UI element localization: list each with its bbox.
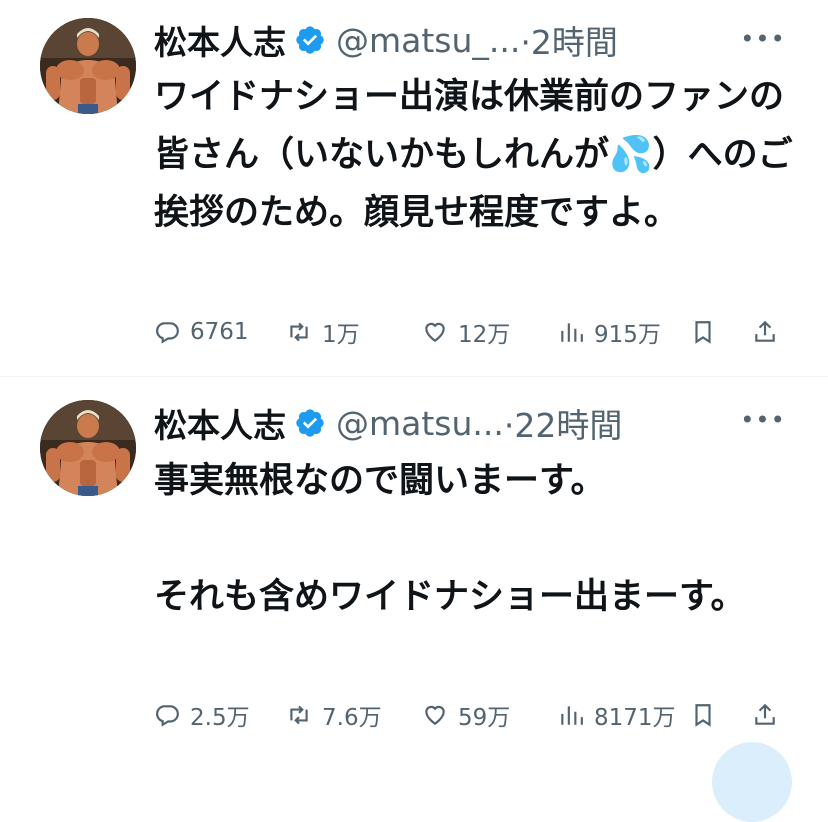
verified-badge-icon [294, 407, 326, 439]
timestamp[interactable]: ·2時間 [520, 16, 618, 64]
verified-badge-icon [294, 24, 326, 56]
reply-button[interactable]: 2.5万 [154, 695, 250, 735]
compose-button[interactable] [712, 742, 792, 822]
share-icon [755, 320, 775, 342]
retweet-button[interactable]: 7.6万 [286, 695, 382, 735]
bookmark-button[interactable] [690, 312, 726, 352]
like-button[interactable]: 12万 [422, 312, 510, 352]
tweet-text: ワイドナショー出演は休業前のファンの皆さん（いないかもしれんが💦）へのご挨拶のた… [154, 77, 793, 233]
reply-icon [156, 322, 179, 344]
retweet-count: 7.6万 [322, 705, 382, 731]
reply-count: 6761 [190, 319, 249, 345]
more-icon[interactable]: ••• [740, 22, 784, 56]
bookmark-icon [695, 704, 711, 727]
avatar[interactable] [40, 400, 136, 496]
bookmark-icon [695, 321, 711, 344]
author-handle[interactable]: @matsu... [336, 404, 504, 443]
tweet[interactable]: 松本人志 @matsu_... ·2時間 ••• ワイドナショー出演は休業前のフ… [0, 0, 828, 376]
share-icon [755, 703, 775, 725]
views-icon [561, 323, 583, 342]
retweet-count: 1万 [322, 322, 360, 348]
tweet-actions: 6761 1万 12万 915万 [154, 312, 784, 352]
avatar[interactable] [40, 18, 136, 114]
views-button[interactable]: 8171万 [558, 695, 676, 735]
tweet[interactable]: 松本人志 @matsu... ·22時間 ••• 事実無根なので闘いまーす。 そ… [0, 377, 828, 758]
share-button[interactable] [752, 312, 788, 352]
views-icon [561, 706, 583, 725]
views-button[interactable]: 915万 [558, 312, 661, 352]
like-count: 12万 [458, 322, 511, 348]
view-count: 8171万 [594, 705, 676, 731]
view-count: 915万 [594, 322, 661, 348]
author-name[interactable]: 松本人志 [154, 16, 286, 64]
share-button[interactable] [752, 695, 788, 735]
tweet-actions: 2.5万 7.6万 59万 8171万 [154, 695, 784, 735]
author-name[interactable]: 松本人志 [154, 399, 286, 447]
retweet-icon [290, 705, 308, 725]
tweet-header: 松本人志 @matsu_... ·2時間 [154, 16, 618, 64]
retweet-button[interactable]: 1万 [286, 312, 360, 352]
reply-button[interactable]: 6761 [154, 312, 249, 352]
more-icon[interactable]: ••• [740, 403, 784, 437]
heart-icon [425, 322, 445, 342]
tweet-text: 事実無根なので闘いまーす。 それも含めワイドナショー出まーす。 [154, 461, 746, 617]
reply-count: 2.5万 [190, 705, 250, 731]
timestamp[interactable]: ·22時間 [504, 399, 622, 447]
bookmark-button[interactable] [690, 695, 726, 735]
heart-icon [425, 705, 445, 725]
retweet-icon [290, 322, 308, 342]
author-handle[interactable]: @matsu_... [336, 21, 520, 60]
like-button[interactable]: 59万 [422, 695, 510, 735]
like-count: 59万 [458, 705, 511, 731]
tweet-header: 松本人志 @matsu... ·22時間 [154, 399, 622, 447]
reply-icon [156, 705, 179, 727]
